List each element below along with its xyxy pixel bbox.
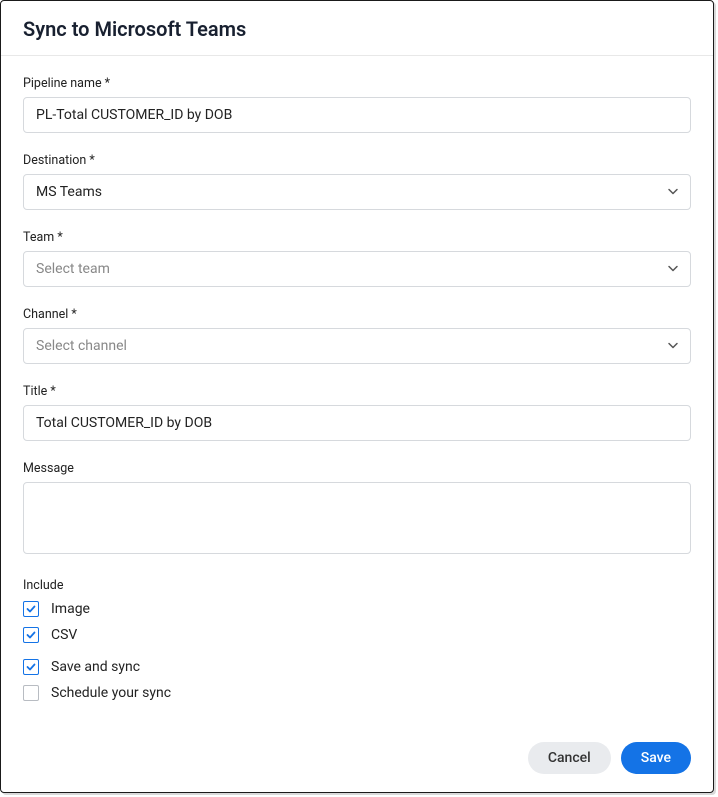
modal-body: Pipeline name * Destination * MS Teams T…: [1, 56, 713, 728]
include-group: Include Image CSV Save and sync: [23, 578, 691, 701]
pipeline-name-label: Pipeline name *: [23, 76, 691, 91]
save-sync-label: Save and sync: [51, 659, 140, 675]
schedule-row: Schedule your sync: [23, 685, 691, 701]
include-heading: Include: [23, 578, 691, 593]
team-select[interactable]: Select team: [23, 251, 691, 287]
channel-select-wrapper: Select channel: [23, 328, 691, 364]
title-label: Title *: [23, 384, 691, 399]
message-label: Message: [23, 461, 691, 476]
team-label: Team *: [23, 230, 691, 245]
cancel-button[interactable]: Cancel: [528, 742, 611, 774]
include-image-checkbox[interactable]: [23, 601, 39, 617]
team-group: Team * Select team: [23, 230, 691, 287]
include-csv-label: CSV: [51, 627, 77, 643]
message-group: Message: [23, 461, 691, 558]
pipeline-name-input[interactable]: [23, 97, 691, 133]
check-icon: [26, 662, 36, 672]
destination-group: Destination * MS Teams: [23, 153, 691, 210]
sync-modal: Sync to Microsoft Teams Pipeline name * …: [0, 0, 714, 793]
destination-label: Destination *: [23, 153, 691, 168]
channel-select[interactable]: Select channel: [23, 328, 691, 364]
team-placeholder: Select team: [36, 261, 110, 277]
include-csv-row: CSV: [23, 627, 691, 643]
save-sync-checkbox[interactable]: [23, 659, 39, 675]
include-csv-checkbox[interactable]: [23, 627, 39, 643]
save-sync-row: Save and sync: [23, 659, 691, 675]
include-image-label: Image: [51, 601, 90, 617]
schedule-checkbox[interactable]: [23, 685, 39, 701]
destination-select[interactable]: MS Teams: [23, 174, 691, 210]
channel-group: Channel * Select channel: [23, 307, 691, 364]
team-select-wrapper: Select team: [23, 251, 691, 287]
save-button[interactable]: Save: [621, 742, 691, 774]
channel-label: Channel *: [23, 307, 691, 322]
destination-select-wrapper: MS Teams: [23, 174, 691, 210]
message-textarea[interactable]: [23, 482, 691, 554]
title-group: Title *: [23, 384, 691, 441]
title-input[interactable]: [23, 405, 691, 441]
pipeline-name-group: Pipeline name *: [23, 76, 691, 133]
check-icon: [26, 630, 36, 640]
modal-footer: Cancel Save: [1, 728, 713, 792]
modal-title: Sync to Microsoft Teams: [23, 17, 691, 41]
channel-placeholder: Select channel: [36, 338, 127, 354]
modal-header: Sync to Microsoft Teams: [1, 1, 713, 56]
check-icon: [26, 604, 36, 614]
include-image-row: Image: [23, 601, 691, 617]
schedule-label: Schedule your sync: [51, 685, 171, 701]
destination-value: MS Teams: [36, 184, 102, 200]
